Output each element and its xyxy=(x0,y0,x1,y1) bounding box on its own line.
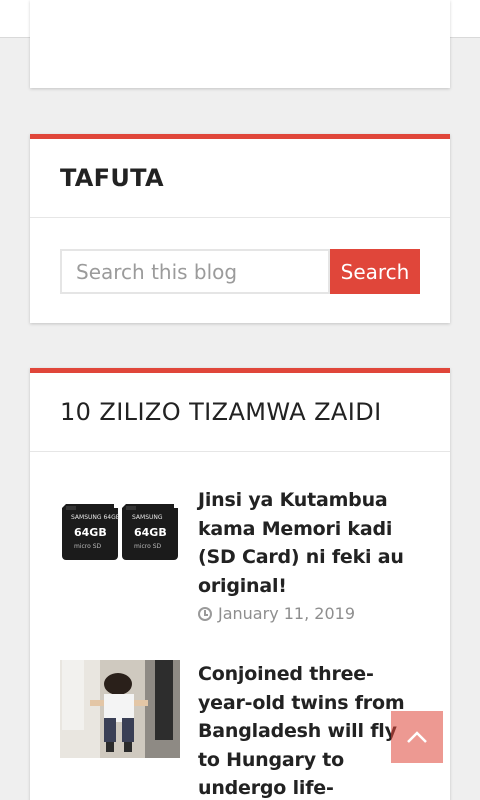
clock-icon xyxy=(198,606,212,621)
popular-posts-title: 10 ZILIZO TIZAMWA ZAIDI xyxy=(30,373,450,452)
sd-card-image: SAMSUNG 64GB 64GB micro SD SAMSUNG 64GB … xyxy=(60,486,180,584)
back-to-top-button[interactable] xyxy=(391,711,443,763)
twins-photo-image xyxy=(60,660,180,758)
popular-posts-widget: 10 ZILIZO TIZAMWA ZAIDI SAMSUNG 64GB 64G… xyxy=(30,368,450,800)
svg-text:micro SD: micro SD xyxy=(74,543,102,550)
search-form: Search xyxy=(60,249,420,294)
post-thumbnail[interactable]: SAMSUNG 64GB 64GB micro SD SAMSUNG 64GB … xyxy=(60,486,180,584)
post-info: Jinsi ya Kutambua kama Memori kadi (SD C… xyxy=(198,486,424,623)
svg-text:micro SD: micro SD xyxy=(134,543,162,550)
chevron-up-icon xyxy=(407,731,427,743)
post-title-link[interactable]: Jinsi ya Kutambua kama Memori kadi (SD C… xyxy=(198,486,424,600)
search-button[interactable]: Search xyxy=(330,249,420,294)
post-date-text: January 11, 2019 xyxy=(218,604,355,623)
svg-text:SAMSUNG: SAMSUNG xyxy=(132,514,163,521)
search-widget: TAFUTA Search xyxy=(30,134,450,323)
post-thumbnail[interactable] xyxy=(60,660,180,758)
search-input[interactable] xyxy=(60,249,330,294)
post-date: January 11, 2019 xyxy=(198,604,424,623)
previous-widget-card xyxy=(30,0,450,88)
search-widget-title: TAFUTA xyxy=(30,139,450,218)
svg-text:64GB: 64GB xyxy=(134,526,167,539)
svg-text:64GB: 64GB xyxy=(74,526,107,539)
thumb-label-left: SAMSUNG 64GB xyxy=(71,514,120,521)
